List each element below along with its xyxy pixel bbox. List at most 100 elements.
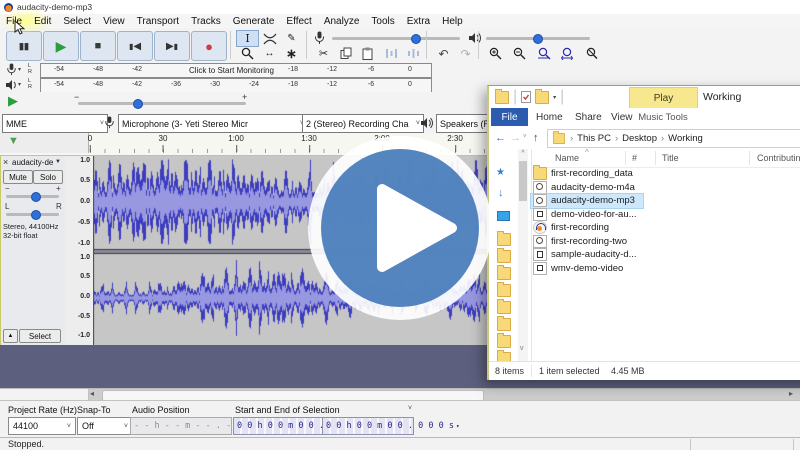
copy-button[interactable] — [334, 45, 357, 62]
track-select-button[interactable]: Select — [19, 329, 61, 343]
breadcrumb-working[interactable]: Working — [668, 133, 703, 144]
breadcrumb-this-pc[interactable]: This PC — [577, 133, 611, 144]
multi-tool-button[interactable]: ∗ — [280, 45, 303, 62]
column-number[interactable]: # — [632, 153, 637, 163]
explorer-titlebar[interactable]: | ▾ | Play Working — [489, 86, 800, 108]
column-divider[interactable] — [655, 151, 656, 165]
selection-start-field[interactable]: 0 0 h 0 0 m 0 0 . 0 0 0 s▾ — [233, 417, 325, 435]
quick-play-pin-icon[interactable]: ▼ — [8, 135, 19, 147]
breadcrumb[interactable]: › This PC › Desktop › Working — [547, 129, 800, 148]
play-speed-slider[interactable] — [78, 102, 246, 105]
mute-button[interactable]: Mute — [3, 170, 33, 184]
qat-customize-chevron-icon[interactable]: ▾ — [553, 94, 556, 101]
nav-folder-icon[interactable] — [497, 335, 511, 348]
menu-transport[interactable]: Transport — [131, 16, 185, 27]
menu-generate[interactable]: Generate — [227, 16, 281, 27]
zoom-toggle-button[interactable] — [580, 45, 603, 62]
zoom-selection-button[interactable] — [532, 45, 555, 62]
tab-share[interactable]: Share — [575, 108, 602, 126]
back-icon[interactable]: ← — [495, 132, 506, 144]
file-row-first-recording[interactable]: first-recording — [531, 221, 643, 235]
scroll-up-icon[interactable]: ^ — [518, 149, 528, 157]
scroll-down-icon[interactable]: v — [520, 345, 524, 352]
mic-volume-slider[interactable] — [332, 37, 460, 40]
scroll-left-icon[interactable]: ◂ — [90, 389, 94, 398]
audio-position-field[interactable]: - - h - - m - - . - - - s▾ — [130, 417, 232, 435]
tab-view[interactable]: View — [611, 108, 633, 126]
skip-to-start-button[interactable]: ▮◀ — [117, 31, 153, 61]
collapse-track-button[interactable]: ▲ — [3, 329, 18, 343]
column-divider[interactable] — [749, 151, 750, 165]
tab-home[interactable]: Home — [536, 108, 563, 126]
close-track-icon[interactable]: × — [3, 157, 8, 167]
monitoring-text[interactable]: Click to Start Monitoring — [189, 66, 274, 75]
contextual-tab-header[interactable]: Play — [629, 87, 698, 109]
breadcrumb-desktop[interactable]: Desktop — [622, 133, 657, 144]
menu-help[interactable]: Help — [436, 16, 469, 27]
project-rate-select[interactable]: 44100˅ — [8, 417, 76, 435]
zoom-fit-project-button[interactable] — [556, 45, 579, 62]
playback-meter-dropdown-icon[interactable]: ▾ — [18, 81, 21, 88]
column-title[interactable]: Title — [662, 153, 679, 163]
file-row-audacity-demo-m4a[interactable]: audacity-demo-m4a — [531, 181, 643, 195]
file-row-wmv-demo-video[interactable]: wmv-demo-video — [531, 262, 643, 276]
zoom-in-button[interactable] — [484, 45, 507, 62]
timeshift-tool-button[interactable]: ↔ — [258, 45, 281, 62]
recording-device-select[interactable]: Microphone (3- Yeti Stereo Micr˅ — [118, 114, 308, 133]
forward-icon[interactable]: → — [510, 132, 521, 144]
menu-tracks[interactable]: Tracks — [185, 16, 227, 27]
redo-button[interactable]: ↷ — [454, 45, 477, 62]
playback-meter[interactable]: ▾ LR -54-48-42-36-30-24-18-12-60 — [0, 78, 470, 92]
play-speed-thumb[interactable] — [133, 99, 143, 109]
record-button[interactable]: ● — [191, 31, 227, 61]
gain-slider-thumb[interactable] — [31, 192, 41, 202]
record-meter-dropdown-icon[interactable]: ▾ — [18, 66, 21, 73]
paste-button[interactable] — [356, 45, 379, 62]
menu-effect[interactable]: Effect — [280, 16, 317, 27]
recent-locations-chevron-icon[interactable]: ˅ — [523, 134, 527, 140]
menu-tools[interactable]: Tools — [365, 16, 400, 27]
file-row-demo-video-for-au---[interactable]: demo-video-for-au... — [531, 208, 643, 222]
scroll-right-icon[interactable]: ▸ — [789, 389, 793, 398]
column-contributing[interactable]: Contributing — [757, 153, 800, 163]
qat-new-folder-icon[interactable] — [535, 91, 549, 104]
track-name[interactable]: audacity-de — [12, 158, 53, 167]
file-row-first-recording-two[interactable]: first-recording-two — [531, 235, 643, 249]
speaker-volume-slider[interactable] — [486, 37, 590, 40]
file-row-sample-audacity-d---[interactable]: sample-audacity-d... — [531, 248, 643, 262]
menu-extra[interactable]: Extra — [401, 16, 436, 27]
play-button[interactable]: ▶ — [43, 31, 79, 61]
pause-button[interactable]: ▮▮ — [6, 31, 42, 61]
stop-button[interactable]: ■ — [80, 31, 116, 61]
menu-select[interactable]: Select — [57, 16, 97, 27]
recording-meter[interactable]: ▾ LR -54-48-42-18-12-60 Click to Start M… — [0, 63, 470, 77]
audio-host-select[interactable]: MME˅ — [2, 114, 108, 133]
nav-folder-icon[interactable] — [497, 318, 511, 331]
pan-slider-thumb[interactable] — [31, 210, 41, 220]
vertical-scale-ruler[interactable]: 1.00.50.0-0.5-1.0 1.00.50.0-0.5-1.0 — [65, 156, 94, 346]
qat-properties-icon[interactable] — [521, 91, 531, 103]
menu-view[interactable]: View — [97, 16, 131, 27]
cut-button[interactable]: ✂ — [312, 45, 335, 62]
tab-music-tools[interactable]: Music Tools — [631, 108, 695, 126]
gain-slider[interactable] — [6, 195, 59, 198]
recording-channels-select[interactable]: 2 (Stereo) Recording Cha˅ — [302, 114, 424, 133]
skip-to-end-button[interactable]: ▶▮ — [154, 31, 190, 61]
selection-format-chevron-icon[interactable]: ˅ — [408, 405, 412, 412]
selection-end-field[interactable]: 0 0 h 0 0 m 0 0 . 0 0 0 s▾ — [322, 417, 414, 435]
file-row-first-recording-data[interactable]: first-recording_data — [531, 167, 643, 181]
pan-slider[interactable] — [6, 213, 59, 216]
snap-to-select[interactable]: Off˅ — [77, 417, 133, 435]
zoom-tool-button[interactable] — [236, 45, 259, 62]
column-divider[interactable] — [625, 151, 626, 165]
zoom-out-button[interactable] — [508, 45, 531, 62]
up-icon[interactable]: ↑ — [533, 132, 539, 144]
file-row-audacity-demo-mp3[interactable]: audacity-demo-mp3 — [531, 194, 643, 208]
play-at-speed-button[interactable]: ▶ — [8, 93, 18, 109]
menu-analyze[interactable]: Analyze — [318, 16, 366, 27]
mic-volume-thumb[interactable] — [411, 34, 421, 44]
menu-edit[interactable]: Edit — [28, 16, 57, 27]
undo-button[interactable]: ↶ — [432, 45, 455, 62]
solo-button[interactable]: Solo — [33, 170, 63, 184]
trim-audio-button[interactable] — [380, 45, 403, 62]
